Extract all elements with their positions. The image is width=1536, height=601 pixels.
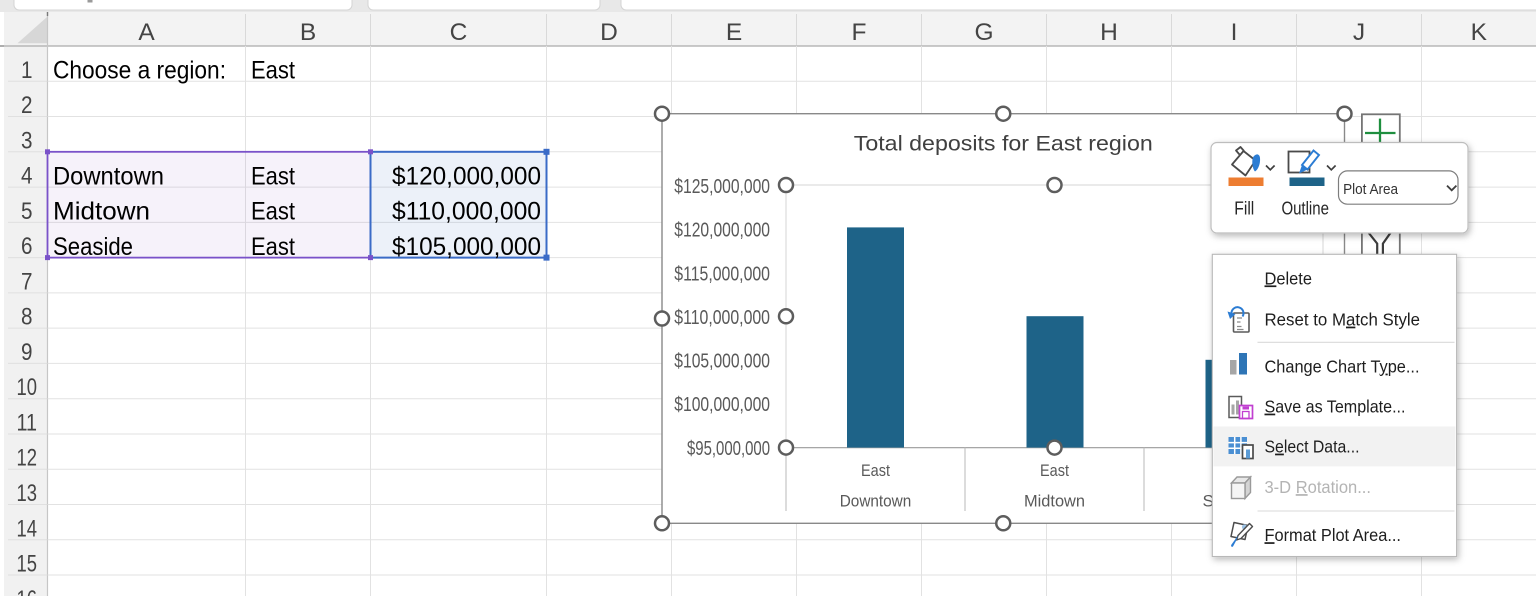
svg-text:Outline: Outline <box>1281 198 1329 219</box>
svg-text:K: K <box>1471 19 1488 46</box>
svg-text:7: 7 <box>21 268 33 295</box>
svg-text:12: 12 <box>17 445 38 472</box>
svg-text:G: G <box>974 19 993 46</box>
svg-text:Downtown: Downtown <box>840 493 912 511</box>
svg-text:2: 2 <box>21 92 33 119</box>
svg-text:East: East <box>861 462 890 480</box>
svg-text:D: D <box>600 19 618 46</box>
svg-text:9: 9 <box>21 339 33 366</box>
svg-text:13: 13 <box>17 480 38 507</box>
svg-text:5: 5 <box>21 198 33 225</box>
svg-text:Midtown: Midtown <box>1024 493 1085 511</box>
svg-text:Select Data...: Select Data... <box>1265 437 1360 457</box>
svg-text:Change Chart Type...: Change Chart Type... <box>1265 357 1420 377</box>
svg-text:East: East <box>251 57 295 85</box>
svg-text:East: East <box>251 162 295 190</box>
svg-text:F: F <box>852 19 867 46</box>
svg-text:Save as Template...: Save as Template... <box>1265 397 1406 417</box>
svg-text:8: 8 <box>21 304 33 331</box>
svg-text:East: East <box>1040 462 1069 480</box>
svg-text:Delete: Delete <box>1265 268 1313 288</box>
svg-text:$110,000,000: $110,000,000 <box>392 198 541 226</box>
svg-text:15: 15 <box>17 551 38 578</box>
svg-text:4: 4 <box>21 163 33 190</box>
svg-text:Total deposits for East region: Total deposits for East region <box>854 130 1153 155</box>
svg-text:Midtown: Midtown <box>53 198 150 226</box>
svg-text:East: East <box>251 198 295 226</box>
svg-text:$120,000,000: $120,000,000 <box>392 162 541 190</box>
svg-text:J: J <box>1353 19 1365 46</box>
svg-text:Reset to Match Style: Reset to Match Style <box>1265 310 1421 330</box>
svg-text:East: East <box>251 233 295 261</box>
svg-text:A: A <box>138 19 155 46</box>
svg-text:11: 11 <box>17 410 38 437</box>
svg-text:Plot Area: Plot Area <box>1343 182 1399 198</box>
svg-text:3-D Rotation...: 3-D Rotation... <box>1265 477 1372 497</box>
svg-text:16: 16 <box>17 586 38 596</box>
svg-text:Seaside: Seaside <box>53 233 133 261</box>
svg-text:$100,000,000: $100,000,000 <box>674 394 770 416</box>
svg-text:Choose a region:: Choose a region: <box>53 57 226 85</box>
svg-text:3: 3 <box>21 127 33 154</box>
svg-text:$125,000,000: $125,000,000 <box>674 176 770 198</box>
svg-text:6: 6 <box>21 233 33 260</box>
svg-text:Fill: Fill <box>1234 198 1254 219</box>
svg-text:$120,000,000: $120,000,000 <box>674 220 770 242</box>
svg-text:14: 14 <box>17 515 38 542</box>
svg-text:B: B <box>300 19 316 46</box>
svg-text:$105,000,000: $105,000,000 <box>392 233 541 261</box>
svg-text:Format Plot Area...: Format Plot Area... <box>1265 525 1402 545</box>
svg-text:10: 10 <box>17 374 38 401</box>
svg-text:E: E <box>726 19 742 46</box>
svg-text:$95,000,000: $95,000,000 <box>687 438 770 460</box>
svg-text:1: 1 <box>21 57 33 84</box>
svg-text:$110,000,000: $110,000,000 <box>674 307 770 329</box>
svg-text:Downtown: Downtown <box>53 162 164 190</box>
svg-text:H: H <box>1100 19 1118 46</box>
svg-text:$115,000,000: $115,000,000 <box>674 263 770 285</box>
svg-text:I: I <box>1231 19 1238 46</box>
svg-text:C: C <box>450 19 468 46</box>
svg-text:$105,000,000: $105,000,000 <box>674 351 770 373</box>
